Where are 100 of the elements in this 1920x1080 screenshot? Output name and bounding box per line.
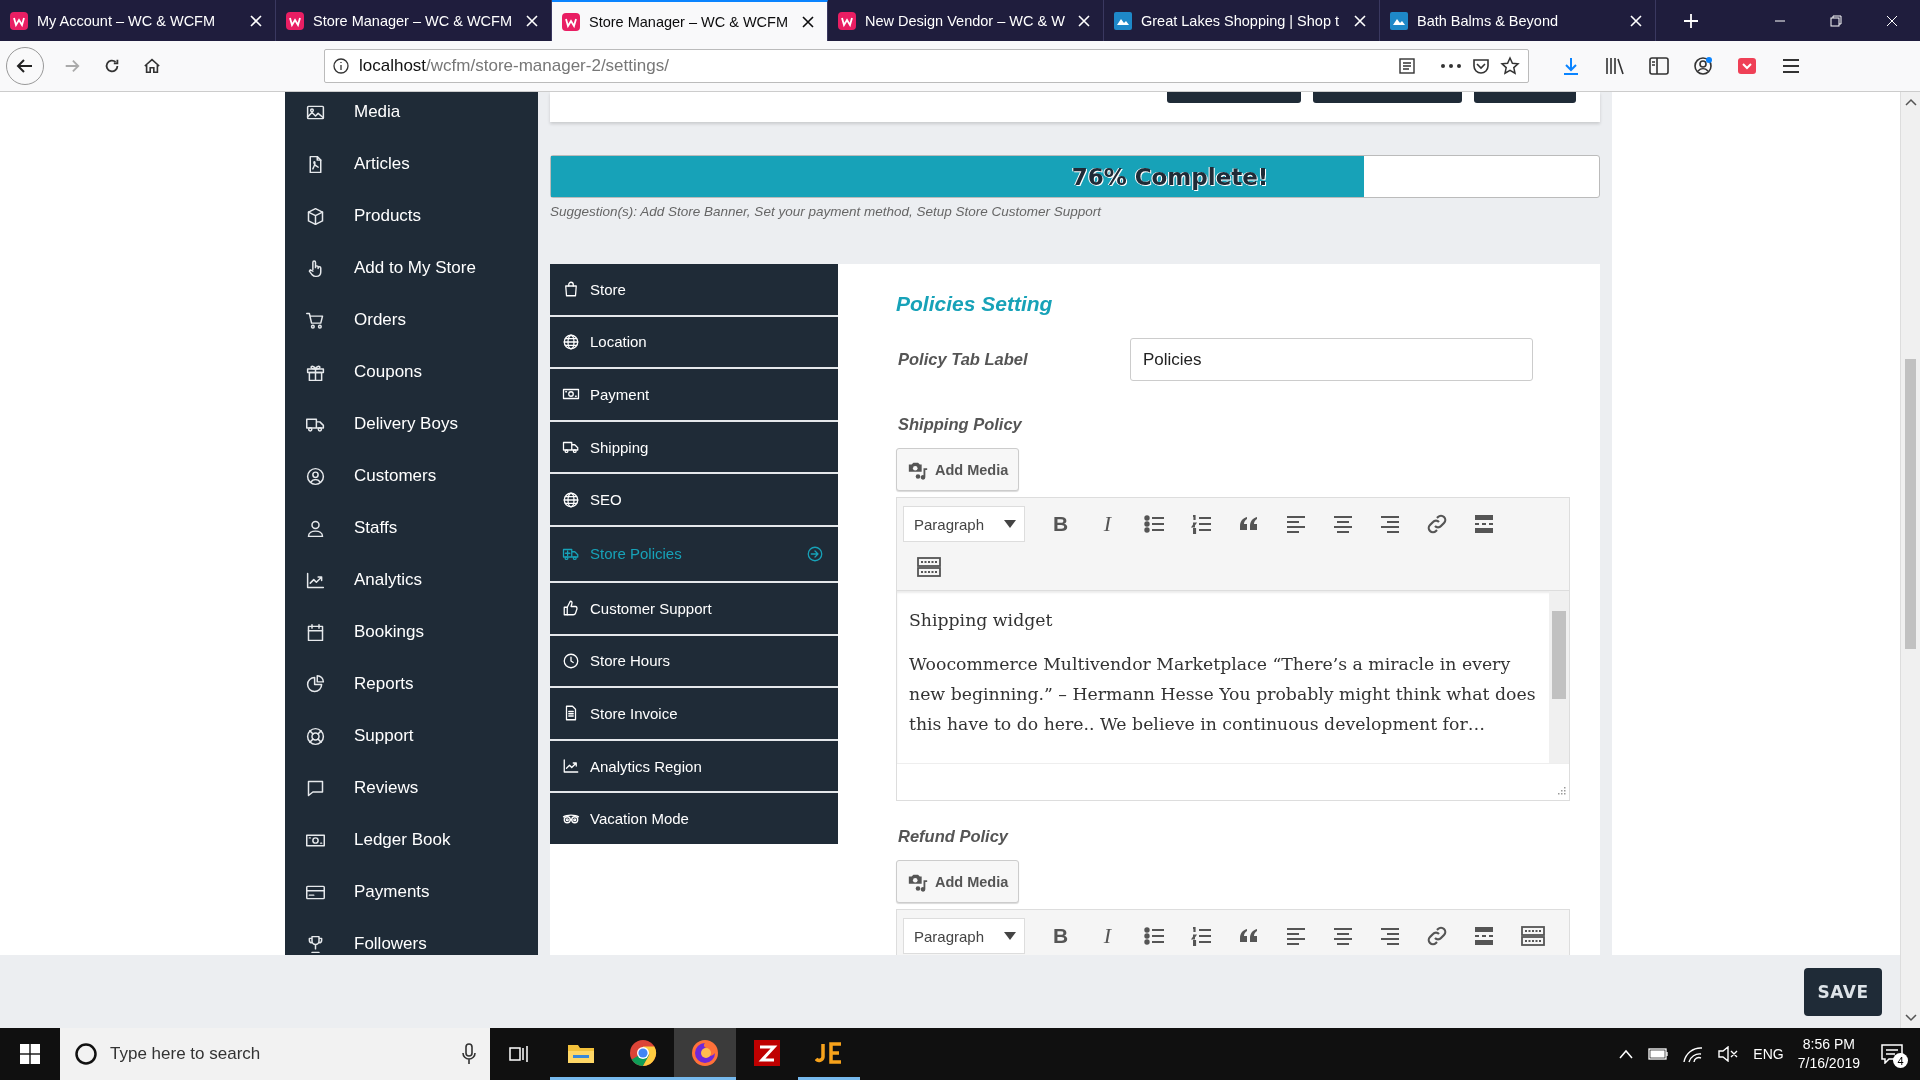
caret-icon xyxy=(1004,520,1016,528)
settings-menu-item[interactable]: Shipping xyxy=(550,421,838,475)
sidebar-item[interactable]: Bookings xyxy=(285,606,538,658)
bullet-list-icon xyxy=(1142,924,1167,948)
sidebar-item[interactable]: Media xyxy=(285,92,538,138)
scroll-down-icon[interactable] xyxy=(1905,1014,1917,1022)
close-icon[interactable] xyxy=(1886,14,1898,27)
add-media-button[interactable]: Add Media xyxy=(896,860,1020,903)
bullet-list-icon xyxy=(1142,512,1167,536)
chevron-up-icon[interactable] xyxy=(1619,1049,1634,1059)
bold-button[interactable]: B xyxy=(1037,507,1084,541)
language-indicator[interactable]: ENG xyxy=(1753,1046,1784,1062)
sidebar-item[interactable]: Followers xyxy=(285,918,538,955)
pocket-icon[interactable] xyxy=(1472,57,1490,75)
pie-chart-icon xyxy=(305,673,326,695)
sidebar-item[interactable]: Add to My Store xyxy=(285,242,538,294)
search-field[interactable]: Type here to search xyxy=(60,1028,490,1080)
more-icon[interactable] xyxy=(1440,63,1462,69)
star-icon[interactable] xyxy=(1500,56,1520,76)
bold-button[interactable]: B xyxy=(1037,919,1084,953)
settings-menu-item[interactable]: Location xyxy=(550,316,838,370)
wifi-icon[interactable] xyxy=(1683,1045,1704,1063)
keyboard-icon xyxy=(915,555,942,579)
format-dropdown[interactable]: Paragraph xyxy=(903,506,1025,542)
notification-badge: 4 xyxy=(1893,1053,1908,1068)
speaker-muted-icon[interactable] xyxy=(1717,1046,1740,1062)
windows-icon xyxy=(20,1044,40,1064)
search-icon xyxy=(74,1042,98,1066)
add-media-button[interactable]: Add Media xyxy=(896,448,1020,491)
settings-menu-item[interactable]: Store Policies xyxy=(550,526,838,583)
arrow-circle-icon xyxy=(806,544,824,563)
site-icon xyxy=(1114,11,1132,30)
settings-menu-item[interactable]: Store xyxy=(550,264,838,317)
app-icon xyxy=(815,1040,843,1065)
site-icon xyxy=(286,11,304,30)
section-title: Policies Setting xyxy=(896,292,1054,316)
forward-arrow-icon xyxy=(63,57,81,75)
settings-menu-item[interactable]: Analytics Region xyxy=(550,740,838,794)
scrollbar[interactable] xyxy=(1900,92,1920,1028)
settings-menu-item[interactable]: SEO xyxy=(550,474,838,527)
firefox-icon xyxy=(691,1038,719,1067)
settings-menu-item[interactable]: Vacation Mode xyxy=(550,793,838,844)
site-icon xyxy=(562,12,580,31)
microphone-icon[interactable] xyxy=(462,1043,476,1065)
sidebar-item[interactable]: Products xyxy=(285,190,538,242)
settings-menu-item[interactable]: Payment xyxy=(550,369,838,422)
scrollbar[interactable] xyxy=(1549,591,1569,763)
taskbar-app[interactable] xyxy=(674,1028,736,1080)
keyboard-icon xyxy=(1519,924,1546,948)
suggestion-text: Suggestion(s): Add Store Banner, Set your payment method, Setup Store Customer Support xyxy=(550,204,1103,219)
field-label: Shipping Policy xyxy=(897,415,1023,434)
sidebar-item[interactable]: Staffs xyxy=(285,502,538,554)
italic-button[interactable]: I xyxy=(1084,919,1131,953)
sidebar-item[interactable]: Articles xyxy=(285,138,538,190)
sidebar-item[interactable]: Orders xyxy=(285,294,538,346)
format-dropdown[interactable]: Paragraph xyxy=(903,918,1025,954)
clock[interactable]: 8:56 PM 7/16/2019 xyxy=(1797,1035,1860,1073)
user-circle-icon xyxy=(305,465,326,487)
resize-handle-icon[interactable] xyxy=(1556,787,1566,797)
battery-icon[interactable] xyxy=(1647,1047,1670,1061)
site-icon xyxy=(10,11,28,30)
settings-menu-item[interactable]: Store Hours xyxy=(550,635,838,689)
caret-icon xyxy=(1004,932,1016,940)
site-icon xyxy=(838,11,856,30)
sidebar-item[interactable]: Reports xyxy=(285,658,538,710)
notification-button[interactable]: 4 xyxy=(1874,1036,1910,1072)
italic-button[interactable]: I xyxy=(1084,507,1131,541)
calendar-icon xyxy=(305,621,326,643)
home-icon xyxy=(143,57,161,75)
browser-tab[interactable]: Store Manager – WC & WCFM xyxy=(552,0,828,41)
sidebar-item[interactable]: Reviews xyxy=(285,762,538,814)
chart-icon xyxy=(562,757,580,776)
sidebar-item[interactable]: Delivery Boys xyxy=(285,398,538,450)
numbered-list-icon xyxy=(1189,924,1214,948)
numbered-list-icon xyxy=(1189,512,1214,536)
sidebar-item[interactable]: Coupons xyxy=(285,346,538,398)
chrome-icon xyxy=(629,1038,657,1067)
progress-label: 76% Complete! xyxy=(1071,163,1269,190)
clock-icon xyxy=(562,651,580,670)
thumbs-up-icon xyxy=(562,599,580,618)
scroll-up-icon[interactable] xyxy=(1905,98,1917,106)
sidebar-item[interactable]: Support xyxy=(285,710,538,762)
sidebar-item[interactable]: Customers xyxy=(285,450,538,502)
box-icon xyxy=(305,205,326,227)
address-field[interactable]: localhost/wcfm/store-manager-2/settings/ xyxy=(324,49,1529,83)
site-icon xyxy=(1390,11,1408,30)
sidebar-item[interactable]: Analytics xyxy=(285,554,538,606)
settings-menu-item[interactable]: Store Invoice xyxy=(550,688,838,741)
restore-icon[interactable] xyxy=(1830,14,1842,27)
scrollbar-thumb[interactable] xyxy=(1905,359,1916,649)
scrollbar-thumb[interactable] xyxy=(1552,611,1566,699)
save-button[interactable]: SAVE xyxy=(1804,967,1882,1016)
settings-menu-item[interactable]: Customer Support xyxy=(550,582,838,636)
field-label: Policy Tab Label xyxy=(897,350,1029,369)
sidebar-item[interactable]: Ledger Book xyxy=(285,814,538,866)
globe-icon xyxy=(562,490,580,509)
reload-icon xyxy=(103,57,121,75)
policy-tab-label-field[interactable]: Policies xyxy=(1130,338,1533,381)
sidebar-item[interactable]: Payments xyxy=(285,866,538,918)
reader-view-icon[interactable] xyxy=(1398,57,1416,75)
